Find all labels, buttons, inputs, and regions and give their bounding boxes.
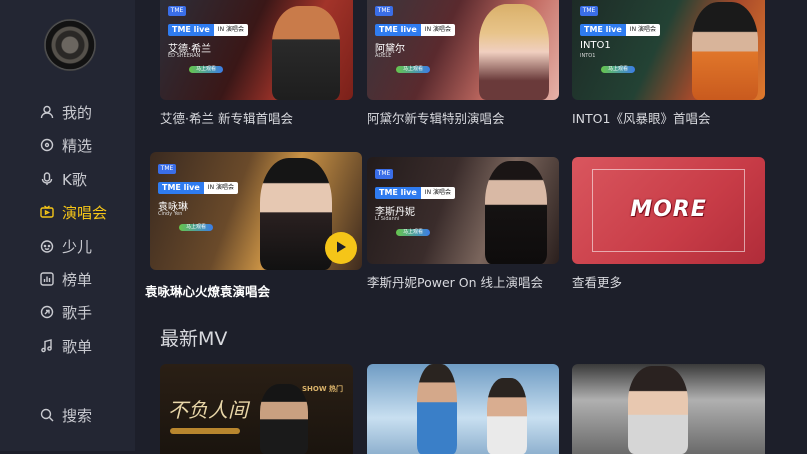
play-button[interactable] — [325, 232, 357, 264]
main-content: TME TME live IN 演唱会 艾德·希兰 ED SHEERAN 马上观看… — [135, 0, 807, 454]
mv-title-art: 不负人间 — [168, 398, 248, 422]
artist-photo — [272, 6, 340, 100]
concert-title: 阿黛尔新专辑特别演唱会 — [367, 111, 505, 126]
concert-title: 袁咏琳心火燎袁演唱会 — [145, 284, 271, 299]
mv-card[interactable] — [572, 364, 765, 454]
more-label: MORE — [630, 197, 707, 222]
artist-photo — [260, 384, 308, 454]
view-more-title: 查看更多 — [572, 275, 623, 290]
sidebar-item-label: 歌单 — [62, 337, 93, 356]
mv-card[interactable]: 不负人间 SHOW 热门 — [160, 364, 353, 454]
tme-badge: TME — [375, 6, 393, 16]
tme-live-banner: TME live IN 演唱会 — [168, 24, 248, 36]
chart-icon — [40, 272, 54, 286]
singer-icon — [40, 305, 54, 319]
sidebar-item-playlists[interactable]: 歌单 — [40, 335, 92, 357]
poster-subtitle: Li Sidanni — [375, 216, 400, 222]
poster-watch-button: 马上观看 — [396, 229, 430, 236]
sidebar-item-label: 演唱会 — [62, 203, 108, 222]
artist-photo — [479, 4, 549, 100]
tme-live-banner: TME live IN 演唱会 — [375, 24, 455, 36]
sidebar-item-mine[interactable]: 我的 — [40, 101, 92, 123]
poster-watch-button: 马上观看 — [179, 224, 213, 231]
view-more-card[interactable]: MORE — [572, 157, 765, 264]
avatar[interactable] — [45, 20, 95, 70]
sidebar-item-label: 榜单 — [62, 270, 93, 289]
concert-card[interactable]: TME TME live IN 演唱会 INTO1 INTO1 马上观看 — [572, 0, 765, 100]
poster-subtitle: INTO1 — [580, 53, 596, 59]
mv-subtitle-strip — [170, 428, 240, 434]
poster-watch-button: 马上观看 — [601, 66, 635, 73]
search-label: 搜索 — [62, 406, 93, 425]
concert-card[interactable]: TME TME live IN 演唱会 艾德·希兰 ED SHEERAN 马上观看 — [160, 0, 353, 100]
poster-subtitle: Cindy Yen — [158, 211, 183, 217]
artist-photo — [485, 161, 547, 264]
tv-icon — [40, 205, 54, 219]
concert-title: INTO1《风暴眼》首唱会 — [572, 111, 711, 126]
music-note-icon — [40, 339, 54, 353]
microphone-icon — [40, 172, 54, 186]
person-photo — [417, 364, 457, 454]
artist-photo — [628, 366, 688, 454]
sidebar-item-label: 少儿 — [62, 237, 93, 256]
sidebar-item-label: 精选 — [62, 136, 93, 155]
artist-photo — [692, 2, 758, 100]
sidebar: 我的 精选 K歌 演唱会 少儿 榜单 歌手 歌单 搜索 — [0, 0, 135, 451]
poster-subtitle: ED SHEERAN — [168, 53, 201, 59]
poster-subtitle: ADELE — [375, 53, 392, 59]
play-icon — [334, 239, 348, 258]
sidebar-item-label: 我的 — [62, 103, 93, 122]
sidebar-item-label: 歌手 — [62, 303, 93, 322]
concert-card-focused[interactable]: TME TME live IN 演唱会 袁咏琳 Cindy Yen 马上观看 — [150, 152, 362, 270]
tme-badge: TME — [375, 169, 393, 179]
search-button[interactable]: 搜索 — [40, 404, 92, 426]
tme-badge: TME — [580, 6, 598, 16]
mv-logo: SHOW 热门 — [301, 385, 343, 393]
concert-title: 李斯丹妮Power On 线上演唱会 — [367, 275, 544, 290]
sidebar-item-singers[interactable]: 歌手 — [40, 301, 92, 323]
sidebar-item-concert[interactable]: 演唱会 — [40, 201, 107, 223]
tme-live-banner: TME live IN 演唱会 — [580, 24, 660, 36]
poster-artist-name: INTO1 — [580, 40, 611, 51]
poster-watch-button: 马上观看 — [396, 66, 430, 73]
concert-card[interactable]: TME TME live IN 演唱会 李斯丹妮 Li Sidanni 马上观看 — [367, 157, 559, 264]
sidebar-item-kids[interactable]: 少儿 — [40, 235, 92, 257]
search-icon — [40, 408, 54, 422]
tme-badge: TME — [168, 6, 186, 16]
tme-live-banner: TME live IN 演唱会 — [375, 187, 455, 199]
sidebar-item-label: K歌 — [62, 170, 87, 189]
tme-live-banner: TME live IN 演唱会 — [158, 182, 238, 194]
child-face-icon — [40, 239, 54, 253]
sidebar-item-featured[interactable]: 精选 — [40, 134, 92, 156]
poster-watch-button: 马上观看 — [189, 66, 223, 73]
tme-badge: TME — [158, 164, 176, 174]
person-photo — [487, 378, 527, 454]
artist-photo — [260, 158, 332, 270]
concert-card[interactable]: TME TME live IN 演唱会 阿黛尔 ADELE 马上观看 — [367, 0, 559, 100]
concert-title: 艾德·希兰 新专辑首唱会 — [160, 111, 293, 126]
sidebar-item-charts[interactable]: 榜单 — [40, 268, 92, 290]
user-icon — [40, 105, 54, 119]
mv-card[interactable] — [367, 364, 559, 454]
sidebar-item-karaoke[interactable]: K歌 — [40, 168, 87, 190]
section-title-latest-mv: 最新MV — [160, 328, 228, 350]
compass-icon — [40, 138, 54, 152]
